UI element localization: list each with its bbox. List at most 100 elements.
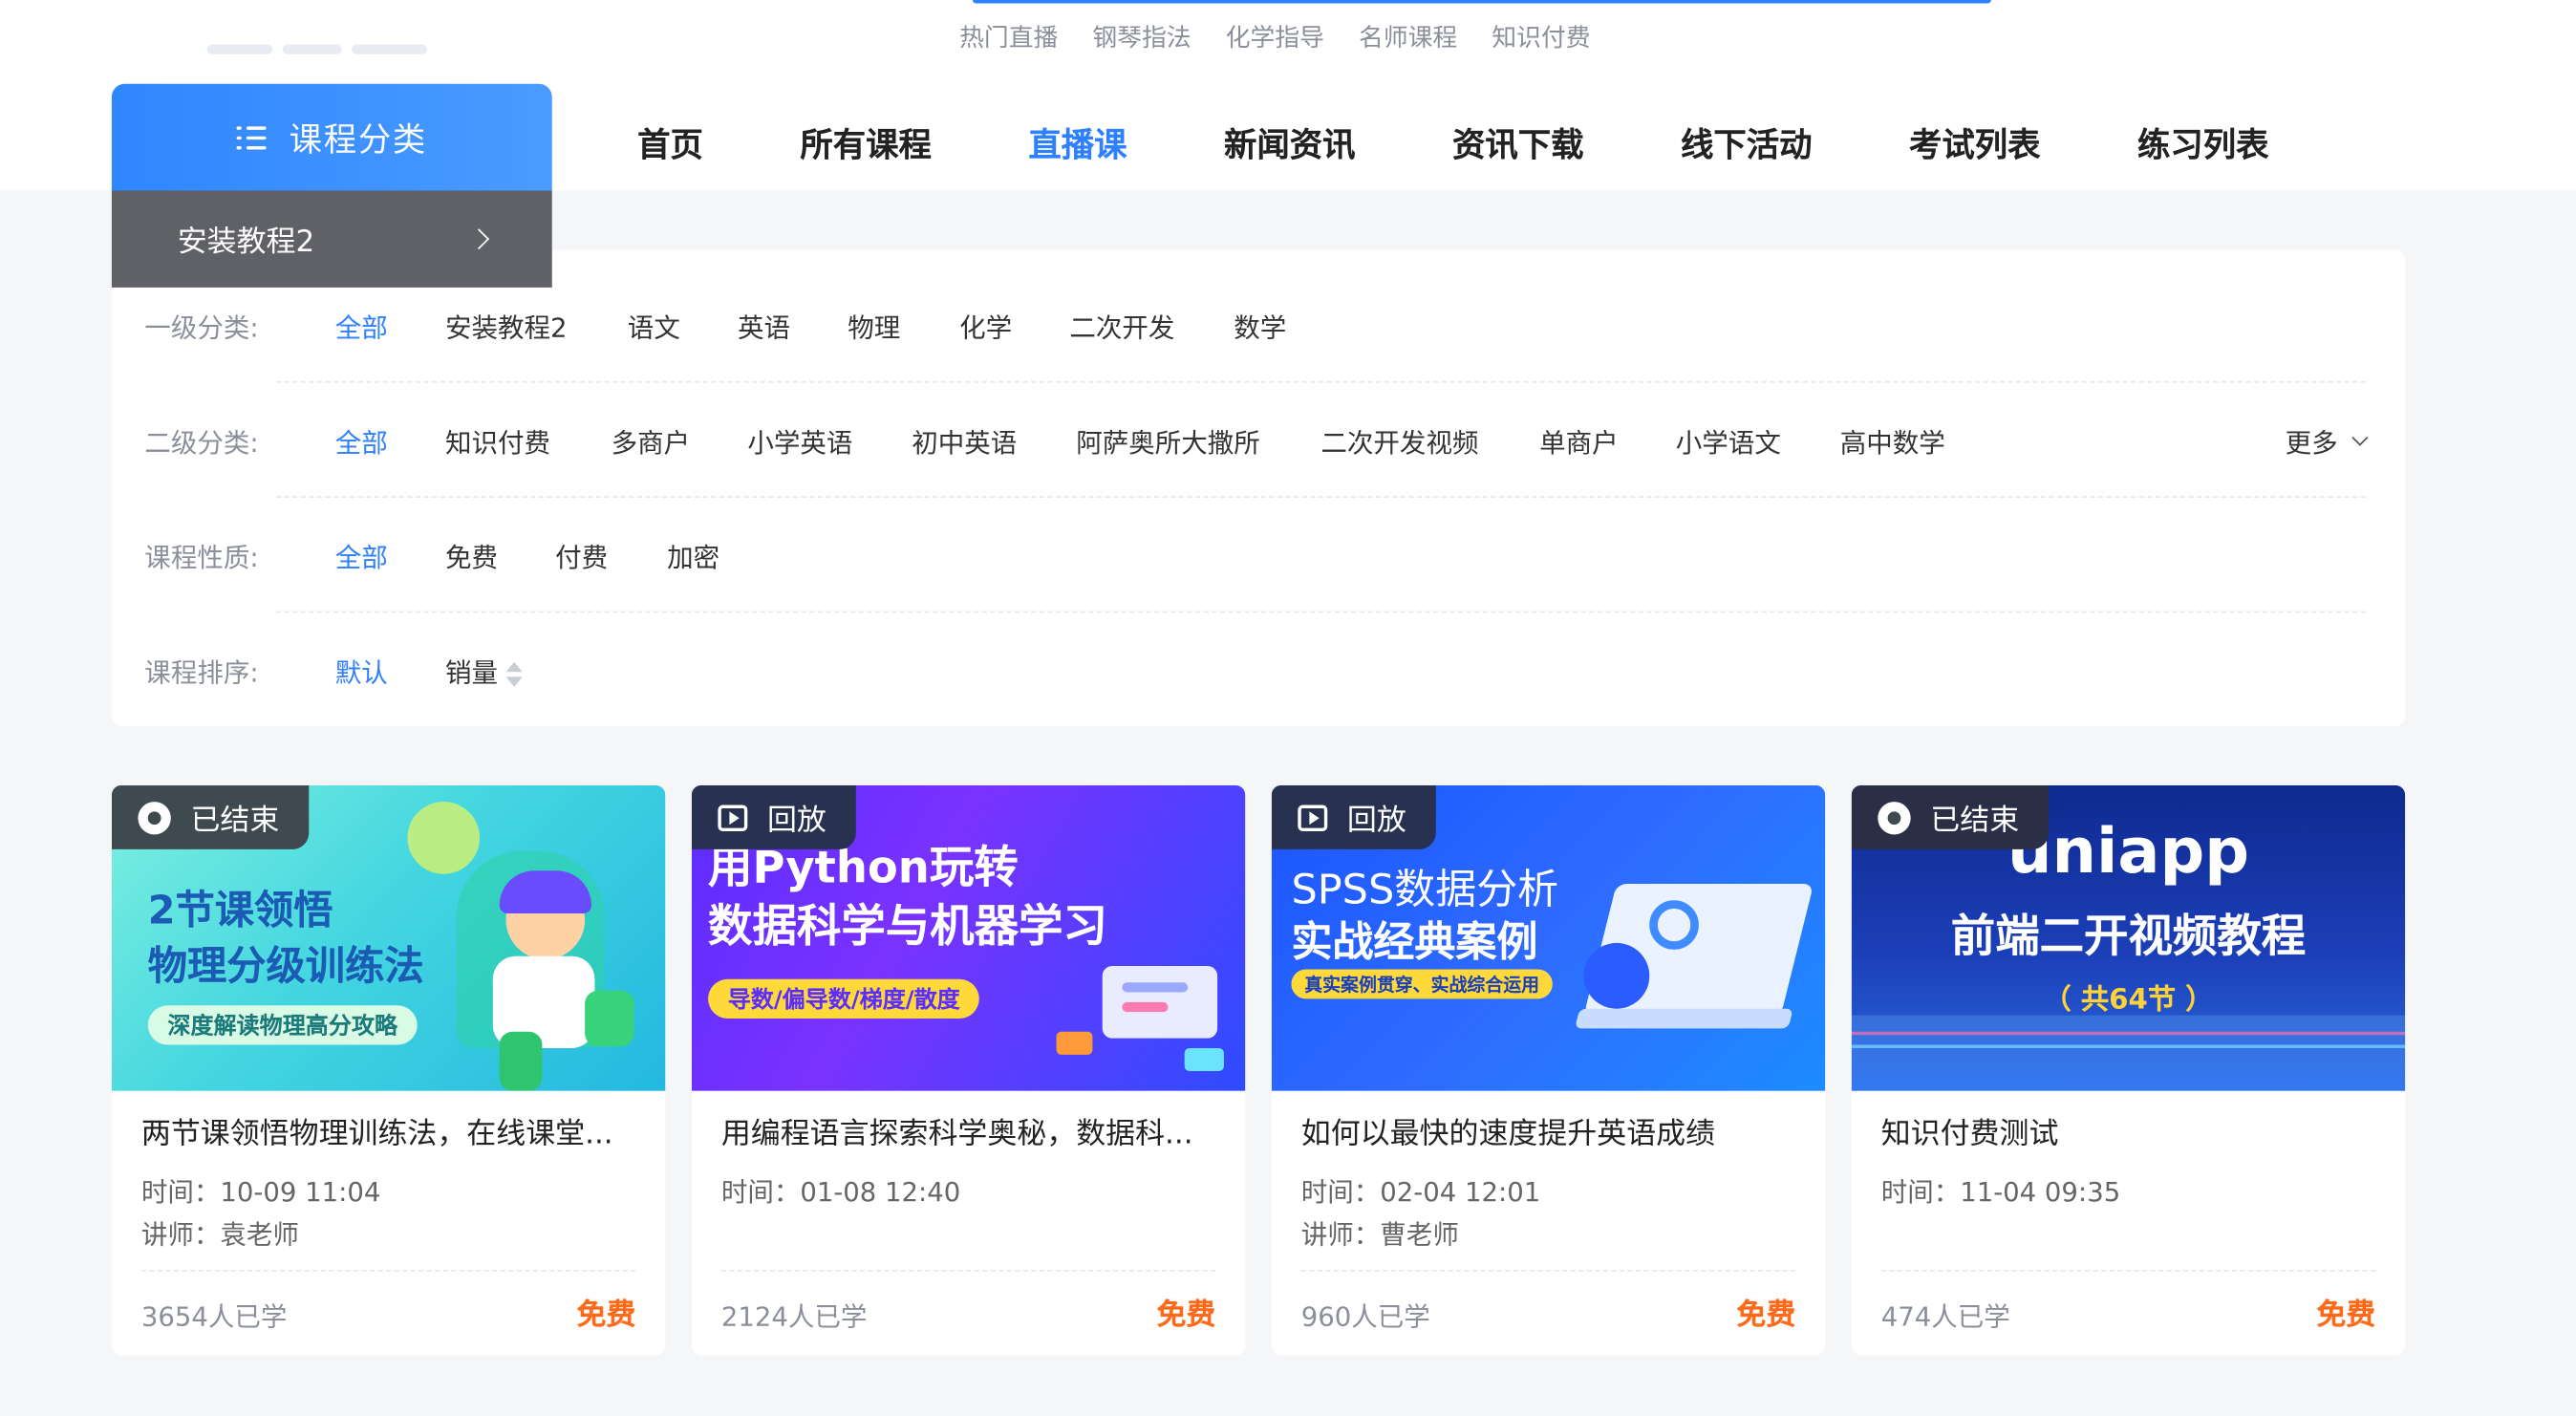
thumb-tag: 深度解读物理高分攻略 [147,1005,418,1045]
hot-keyword[interactable]: 热门直播 [959,20,1058,54]
learner-count: 2124人已学 [720,1300,868,1333]
status-badge: 回放 [691,784,856,849]
course-card[interactable]: 已结束 uniapp 前端二开视频教程 （ 共64节 ） 知识付费测试 时间：1… [1851,784,2406,1356]
course-card[interactable]: 回放 用Python玩转 数据科学与机器学习 导数/偏导数/梯度/散度 用编程语… [691,784,1246,1356]
chevron-right-icon [468,228,490,250]
thumb-headline: SPSS数据分析 [1291,866,1559,913]
ended-icon [1878,801,1911,834]
course-price: 免费 [576,1298,636,1333]
filter-label: 二级分类: [144,427,259,459]
nav-news[interactable]: 新闻资讯 [1224,118,1356,166]
filter-option[interactable]: 全部 [335,420,388,460]
course-title[interactable]: 两节课领悟物理训练法，在线课堂... [141,1110,639,1153]
hot-keywords: 热门直播 钢琴指法 化学指导 名师课程 知识付费 [959,20,1624,54]
main-nav: 首页 所有课程 直播课 新闻资讯 资讯下载 线下活动 考试列表 练习列表 [637,118,2268,166]
filter-label: 课程排序: [144,656,259,689]
status-label: 已结束 [1930,802,2020,838]
thumb-headline: 前端二开视频教程 [1950,912,2307,963]
nav-all-courses[interactable]: 所有课程 [800,118,932,166]
chevron-down-icon [2351,428,2369,445]
thumb-headline: 数据科学与机器学习 [708,901,1107,954]
sort-option-label: 销量 [444,656,499,689]
course-card[interactable]: 已结束 2节课领悟 物理分级训练法 深度解读物理高分攻略 两节课领悟物理训练法，… [111,784,666,1356]
filter-row-sort: 课程排序: 默认 销量 [112,612,2405,727]
nav-downloads[interactable]: 资讯下载 [1452,118,1584,166]
logo-placeholder [206,30,450,54]
hot-keyword[interactable]: 钢琴指法 [1092,20,1191,54]
thumb-tag: 真实案例贯穿、实战综合运用 [1291,969,1553,999]
course-list: 已结束 2节课领悟 物理分级训练法 深度解读物理高分攻略 两节课领悟物理训练法，… [111,784,2406,1356]
filter-label: 一级分类: [144,311,259,344]
course-title[interactable]: 如何以最快的速度提升英语成绩 [1301,1110,1799,1153]
more-label: 更多 [2285,427,2338,459]
course-title[interactable]: 知识付费测试 [1881,1110,2379,1153]
filter-option[interactable]: 付费 [555,536,608,575]
hot-keyword[interactable]: 化学指导 [1226,20,1324,54]
hot-keyword[interactable]: 名师课程 [1359,20,1457,54]
course-category-label: 课程分类 [289,119,428,160]
course-teacher: 讲师：袁老师 [140,1218,299,1251]
list-icon [236,125,267,149]
sort-option[interactable]: 默认 [335,651,388,690]
filter-option[interactable]: 数学 [1234,306,1286,345]
replay-icon [1298,804,1328,831]
course-time: 时间：01-08 12:40 [720,1176,961,1208]
filter-option[interactable]: 知识付费 [445,420,550,460]
thumb-headline: 2节课领悟 [147,887,333,933]
filter-option[interactable]: 免费 [445,536,498,575]
course-thumbnail[interactable]: 已结束 2节课领悟 物理分级训练法 深度解读物理高分攻略 [111,784,666,1091]
filter-option[interactable]: 全部 [335,536,388,575]
sort-option-sales[interactable]: 销量 [445,651,523,690]
nav-exercises[interactable]: 练习列表 [2137,118,2269,166]
nav-home[interactable]: 首页 [637,118,703,166]
course-title[interactable]: 用编程语言探索科学奥秘，数据科... [721,1110,1219,1153]
filter-option[interactable]: 初中英语 [912,420,1017,460]
filter-option[interactable]: 多商户 [612,420,691,460]
course-thumbnail[interactable]: 已结束 uniapp 前端二开视频教程 （ 共64节 ） [1851,784,2406,1091]
status-label: 回放 [1346,802,1406,838]
thumb-headline: 物理分级训练法 [147,942,424,990]
filter-option[interactable]: 物理 [848,306,900,345]
filter-option[interactable]: 英语 [738,306,790,345]
course-thumbnail[interactable]: 回放 SPSS数据分析 实战经典案例 真实案例贯穿、实战综合运用 [1271,784,1826,1091]
learner-count: 3654人已学 [140,1300,288,1333]
category-item[interactable]: 安装教程2 [111,190,552,288]
filter-panel: 一级分类: 全部 安装教程2 语文 英语 物理 化学 二次开发 数学 二级分类:… [111,249,2406,727]
filter-option[interactable]: 二次开发视频 [1320,420,1478,460]
course-time: 时间：02-04 12:01 [1300,1176,1541,1208]
filter-option[interactable]: 全部 [335,306,388,345]
course-price: 免费 [2316,1298,2376,1333]
nav-live-courses[interactable]: 直播课 [1028,118,1127,166]
course-time: 时间：11-04 09:35 [1880,1176,2121,1208]
filter-label: 课程性质: [144,542,259,574]
filter-option[interactable]: 阿萨奥所大撒所 [1076,420,1260,460]
filter-option[interactable]: 语文 [628,306,680,345]
course-price: 免费 [1736,1298,1796,1333]
filter-row-nature: 课程性质: 全部 免费 付费 加密 [112,498,2405,613]
nav-exams[interactable]: 考试列表 [1909,118,2041,166]
status-label: 回放 [766,802,826,838]
filter-option[interactable]: 高中数学 [1840,420,1945,460]
more-button[interactable]: 更多 [2285,420,2369,460]
filter-option[interactable]: 加密 [667,536,719,575]
search-box-edge[interactable] [972,0,1991,4]
status-badge: 已结束 [111,784,310,849]
status-label: 已结束 [190,802,280,838]
sort-icon [505,661,523,688]
hot-keyword[interactable]: 知识付费 [1492,20,1590,54]
course-card[interactable]: 回放 SPSS数据分析 实战经典案例 真实案例贯穿、实战综合运用 如何以最快的速… [1271,784,1826,1356]
nav-offline-events[interactable]: 线下活动 [1681,118,1813,166]
thumb-tag: 导数/偏导数/梯度/散度 [708,978,980,1019]
ended-icon [138,801,171,834]
filter-option[interactable]: 二次开发 [1069,306,1174,345]
filter-option[interactable]: 小学英语 [747,420,852,460]
thumb-headline: 实战经典案例 [1291,918,1538,967]
category-item-label: 安装教程2 [177,224,315,259]
course-thumbnail[interactable]: 回放 用Python玩转 数据科学与机器学习 导数/偏导数/梯度/散度 [691,784,1246,1091]
learner-count: 474人已学 [1880,1300,2010,1333]
course-category-button[interactable]: 课程分类 [111,83,552,191]
filter-option[interactable]: 单商户 [1539,420,1619,460]
filter-option[interactable]: 化学 [959,306,1012,345]
filter-option[interactable]: 安装教程2 [445,306,568,345]
filter-option[interactable]: 小学语文 [1676,420,1781,460]
